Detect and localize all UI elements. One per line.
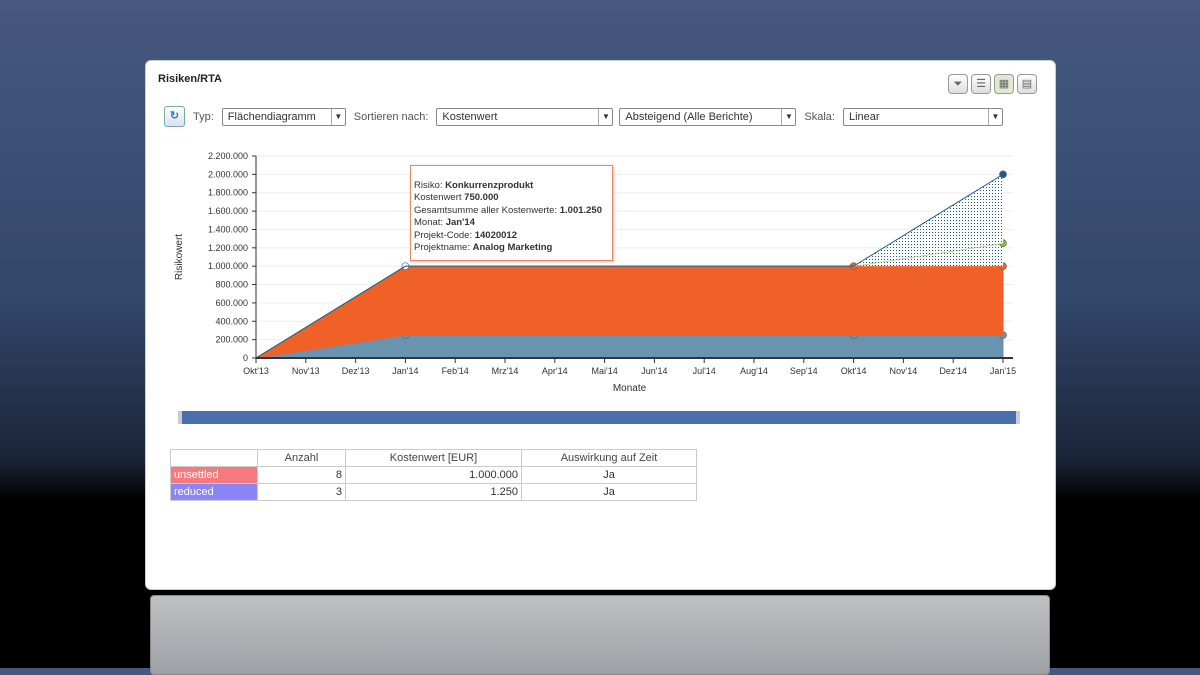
x-tick-label: Jun'14 <box>641 366 667 376</box>
row-value: 1.250 <box>345 483 522 501</box>
row-count: 8 <box>257 466 346 484</box>
tooltip-value: 750.000 <box>464 192 499 204</box>
x-tick-label: Okt'14 <box>841 366 867 376</box>
data-point <box>999 170 1007 179</box>
table-row: unsettled 8 1.000.000 Ja <box>170 466 697 484</box>
tooltip-value: 1.001.250 <box>559 204 602 216</box>
summary-table: Anzahl Kostenwert [EUR] Auswirkung auf Zei… <box>170 449 697 501</box>
x-tick-label: Okt'13 <box>243 366 269 376</box>
x-tick-label: Jan'14 <box>392 366 418 376</box>
header-count: Anzahl <box>257 449 346 467</box>
tooltip-label: Projektname: <box>414 242 473 254</box>
row-value: 1.000.000 <box>345 466 522 484</box>
y-axis-label: Risikowert <box>174 234 185 280</box>
tooltip-label: Projekt-Code: <box>414 229 475 241</box>
x-tick-label: Mrz'14 <box>492 366 519 376</box>
y-tick-label: 1.200.000 <box>208 243 248 253</box>
chart-tooltip: Risiko: Konkurrenzprodukt Kostenwert 750.… <box>410 165 613 261</box>
tooltip-label: Kostenwert <box>414 192 465 204</box>
y-tick-label: 1.600.000 <box>208 206 248 216</box>
row-label: unsettled <box>170 466 258 484</box>
x-tick-label: Apr'14 <box>542 366 568 376</box>
x-tick-label: Mai'14 <box>591 366 617 376</box>
x-tick-label: Dez'13 <box>342 366 370 376</box>
header-value: Kostenwert [EUR] <box>345 449 522 467</box>
y-tick-label: 0 <box>243 353 248 363</box>
tooltip-line: Projekt-Code: 14020012 <box>414 230 609 242</box>
risk-panel: Risiken/RTA ⏷ ☰ ▦ ▤ ↻ Typ: Flächendiagra… <box>145 60 1056 590</box>
header-impact: Auswirkung auf Zeit <box>521 449 697 467</box>
x-tick-label: Feb'14 <box>442 366 469 376</box>
x-tick-label: Nov'13 <box>292 366 320 376</box>
x-tick-label: Aug'14 <box>740 366 768 376</box>
row-impact: Ja <box>521 483 697 501</box>
x-axis-label: Monate <box>613 383 647 394</box>
tooltip-label: Monat: <box>414 217 446 229</box>
y-tick-label: 1.000.000 <box>208 261 248 271</box>
tooltip-line: Projektname: Analog Marketing <box>414 242 609 254</box>
tooltip-line: Kostenwert 750.000 <box>414 192 609 204</box>
tooltip-value: 14020012 <box>474 229 518 241</box>
x-tick-label: Jul'14 <box>693 366 716 376</box>
y-tick-label: 2.000.000 <box>208 169 248 179</box>
tooltip-line: Gesamtsumme aller Kostenwerte: 1.001.250 <box>414 205 609 217</box>
y-tick-label: 2.200.000 <box>208 151 248 161</box>
tooltip-line: Monat: Jan'14 <box>414 217 609 229</box>
header-empty <box>170 449 258 467</box>
row-impact: Ja <box>521 466 697 484</box>
reflection <box>150 595 1050 675</box>
y-tick-label: 400.000 <box>215 316 248 326</box>
tooltip-value: Jan'14 <box>445 217 475 229</box>
x-tick-label: Dez'14 <box>939 366 967 376</box>
tooltip-value: Analog Marketing <box>472 242 553 254</box>
y-tick-label: 600.000 <box>215 298 248 308</box>
tooltip-line: Risiko: Konkurrenzprodukt <box>414 180 609 192</box>
x-tick-label: Sep'14 <box>790 366 818 376</box>
tooltip-label: Risiko: <box>414 180 446 191</box>
y-tick-label: 1.800.000 <box>208 188 248 198</box>
x-tick-label: Jan'15 <box>990 366 1016 376</box>
y-tick-label: 800.000 <box>215 280 248 290</box>
tooltip-label: Gesamtsumme aller Kostenwerte: <box>414 204 560 216</box>
y-tick-label: 1.400.000 <box>208 224 248 234</box>
chart-scrollbar[interactable] <box>178 411 1020 424</box>
row-label: reduced <box>170 483 258 501</box>
x-tick-label: Nov'14 <box>890 366 918 376</box>
table-row: reduced 3 1.250 Ja <box>170 483 697 501</box>
row-count: 3 <box>257 483 346 501</box>
tooltip-value: Konkurrenzprodukt <box>445 180 534 191</box>
y-tick-label: 200.000 <box>215 335 248 345</box>
